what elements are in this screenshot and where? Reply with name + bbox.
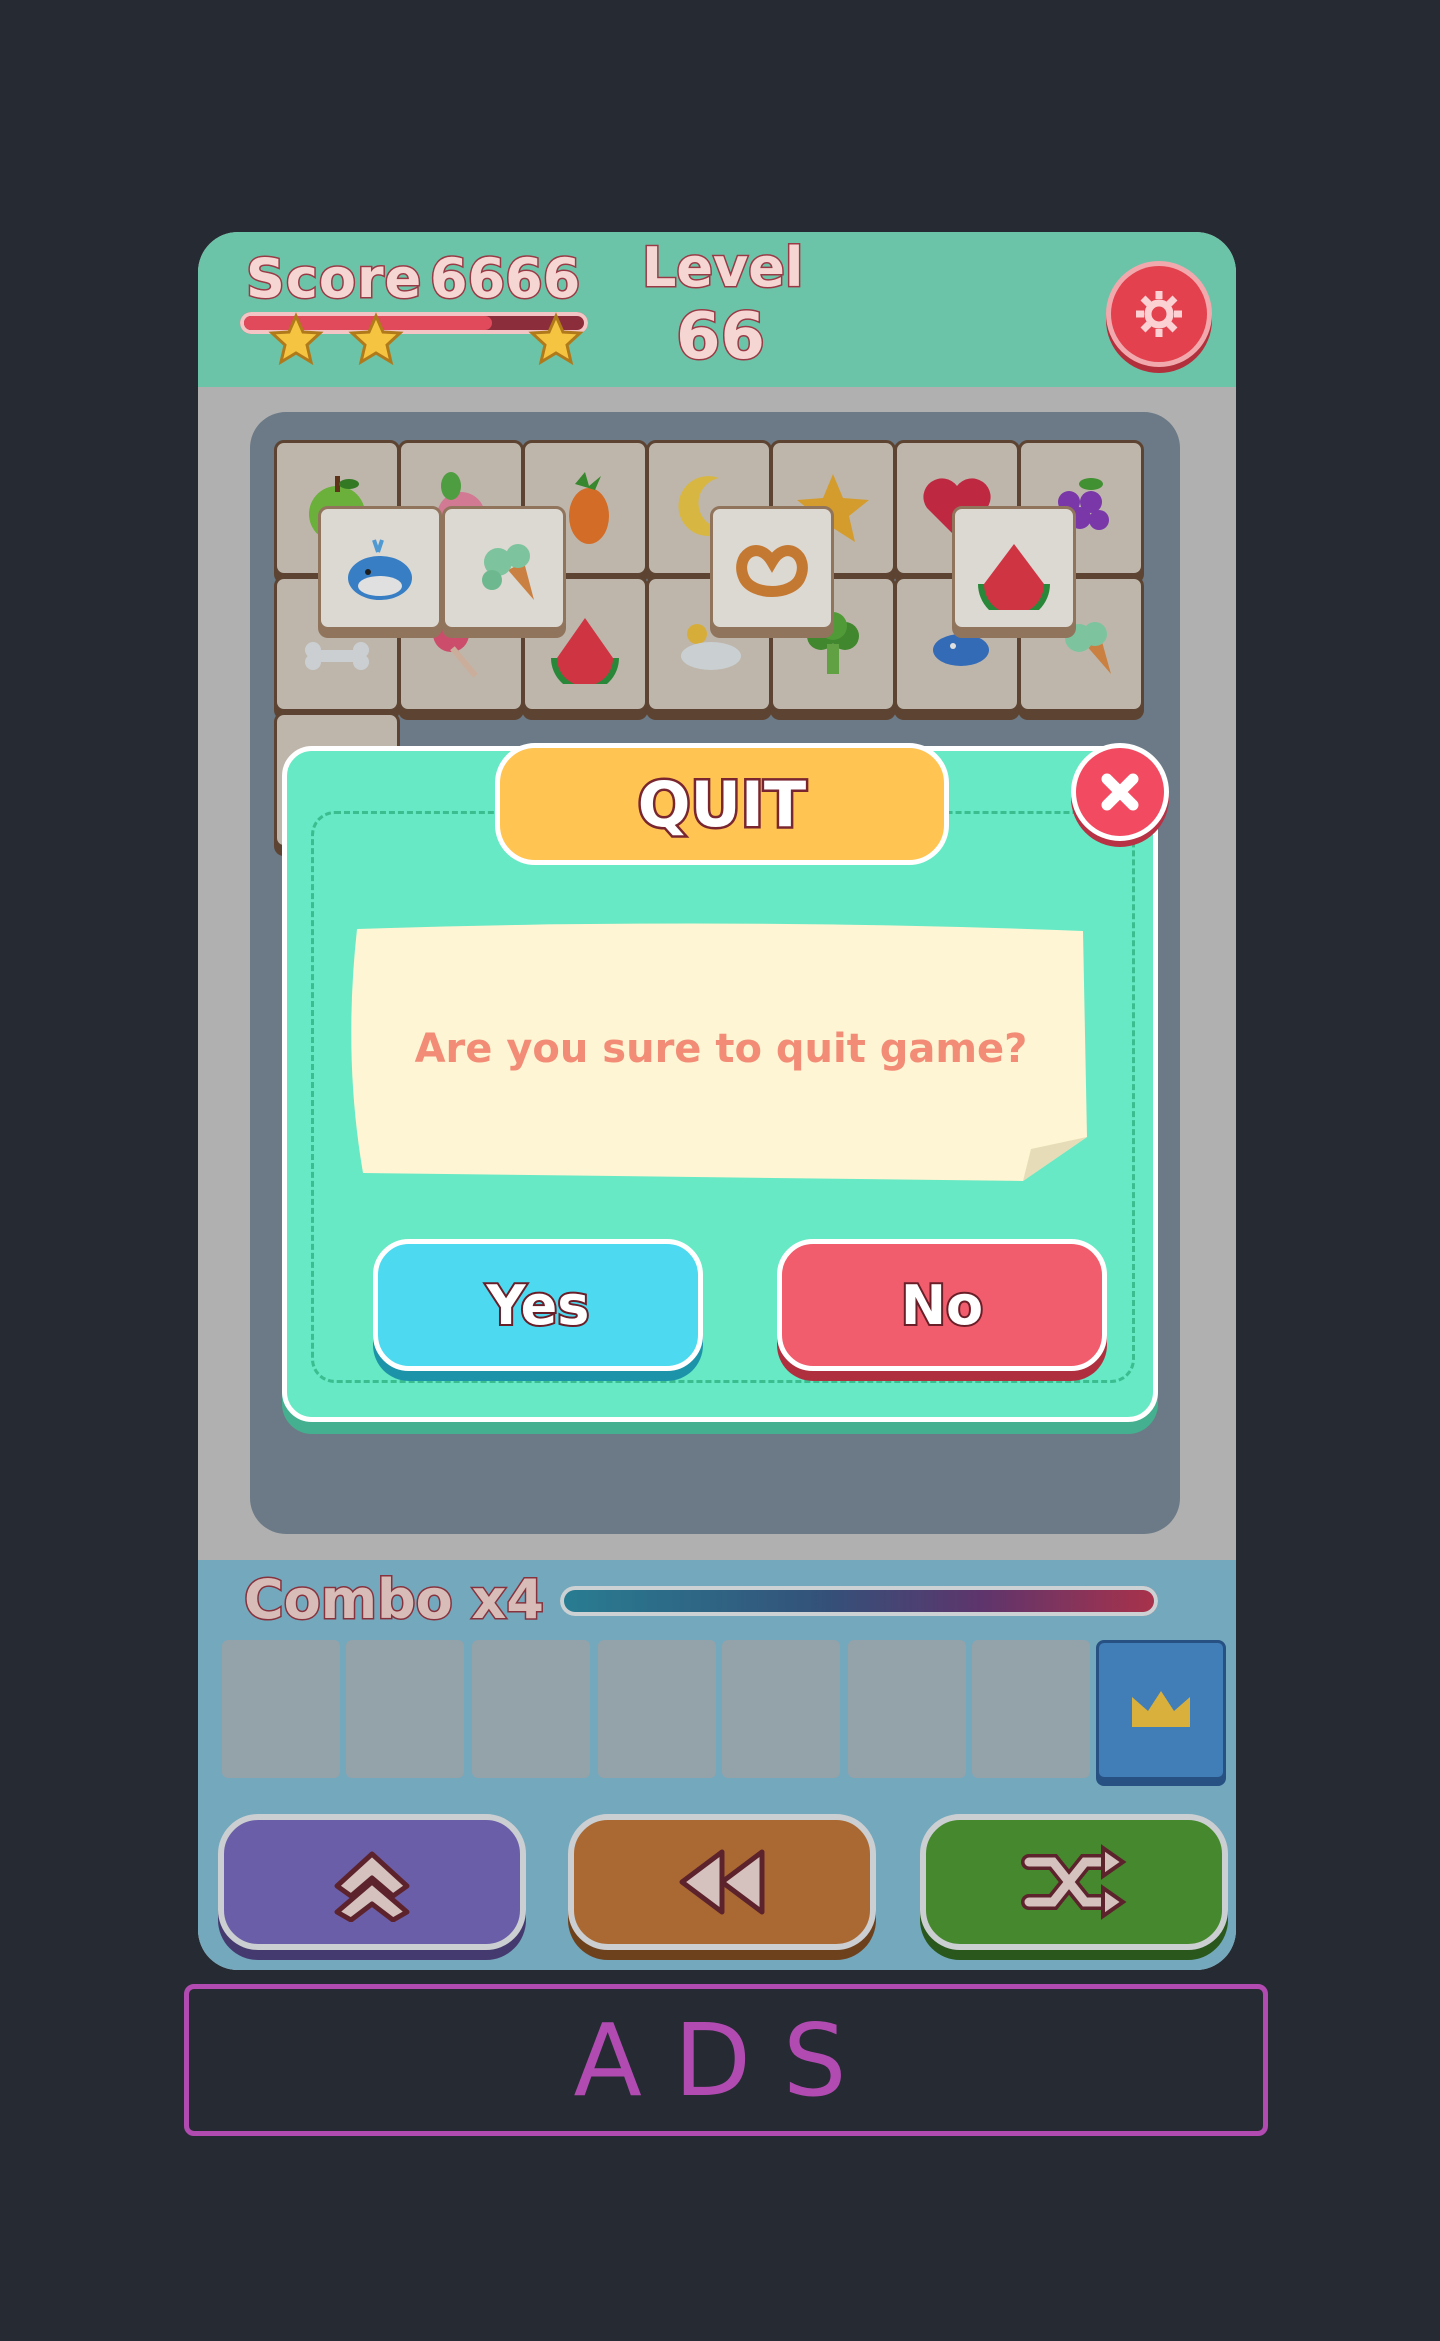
quit-dialog: QUIT Are you sure to quit game? Yes No <box>282 743 1169 1422</box>
ads-banner[interactable]: ADS <box>184 1984 1268 2136</box>
settings-button[interactable] <box>1111 266 1207 362</box>
yes-button[interactable]: Yes <box>373 1239 703 1371</box>
score-label: Score <box>244 246 423 312</box>
gear-icon <box>1136 291 1182 337</box>
no-button[interactable]: No <box>777 1239 1107 1371</box>
message-note: Are you sure to quit game? <box>343 917 1099 1181</box>
score-value: 6666 <box>428 246 581 312</box>
star-icon <box>528 312 584 366</box>
game-header: Score 6666 Level 66 <box>198 232 1236 387</box>
level-value: 66 <box>674 299 766 376</box>
star-icon <box>348 312 404 366</box>
star-icon <box>268 312 324 366</box>
level-label: Level <box>640 235 804 301</box>
dialog-title: QUIT <box>635 765 808 843</box>
dialog-message: Are you sure to quit game? <box>414 1026 1028 1072</box>
close-button[interactable] <box>1071 743 1169 841</box>
close-icon <box>1101 773 1139 811</box>
dialog-title-banner: QUIT <box>495 743 949 865</box>
